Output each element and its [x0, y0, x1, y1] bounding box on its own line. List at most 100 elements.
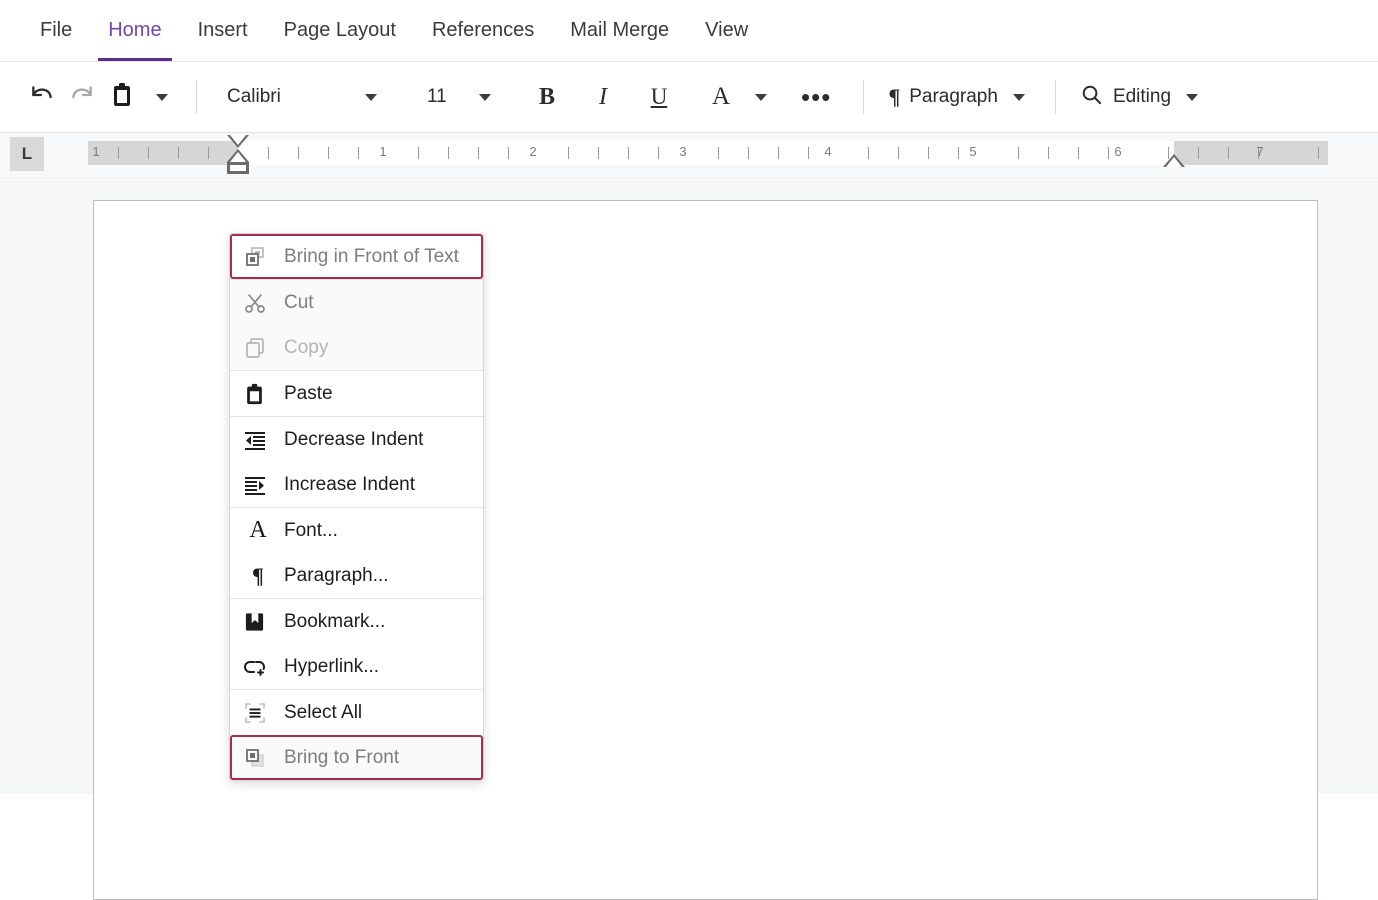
scissors-icon [244, 290, 272, 316]
tab-mail-merge[interactable]: Mail Merge [552, 0, 687, 61]
ruler-tick [658, 147, 659, 159]
font-size-value: 11 [427, 86, 447, 107]
tab-stop-selector[interactable]: L [10, 137, 44, 171]
tab-label: View [705, 19, 749, 41]
font-color-label: A [711, 83, 731, 110]
menu-item-paste[interactable]: Paste [230, 371, 483, 416]
paste-button[interactable] [102, 76, 142, 118]
editing-button[interactable]: Editing [1070, 76, 1208, 118]
ruler-tick [928, 147, 929, 159]
tab-page-layout[interactable]: Page Layout [266, 0, 414, 61]
clipboard-icon [244, 381, 272, 407]
left-indent-markers[interactable] [227, 135, 249, 174]
paragraph-icon: ¶ [252, 562, 264, 588]
tab-label: Home [108, 19, 162, 41]
document-canvas[interactable] [0, 180, 1378, 900]
redo-button[interactable] [62, 76, 102, 118]
select-all-icon [244, 700, 272, 726]
toolbar-divider [1054, 80, 1056, 114]
increase-indent-icon [244, 472, 272, 498]
ruler-tick [1228, 147, 1229, 159]
paste-dropdown-button[interactable] [142, 76, 182, 118]
clipboard-icon [110, 82, 134, 113]
hanging-indent-marker[interactable] [227, 149, 249, 162]
ruler-tick [508, 147, 509, 159]
tab-label: References [431, 19, 535, 41]
ruler-tick [808, 147, 809, 159]
chevron-down-icon [365, 93, 377, 101]
ruler-tick [328, 147, 329, 159]
bold-button[interactable]: B [527, 76, 567, 118]
menu-item-label: Decrease Indent [284, 428, 424, 450]
ruler-tick [448, 147, 449, 159]
ruler-number: 1 [379, 144, 387, 159]
font-color-dropdown-button[interactable] [741, 76, 781, 118]
decrease-indent-icon [244, 427, 272, 453]
ruler-tick [748, 147, 749, 159]
ruler-tick [568, 147, 569, 159]
paragraph-button[interactable]: ¶ Paragraph [878, 76, 1035, 118]
menu-item-font[interactable]: A Font... [230, 508, 483, 553]
ruler-tick [1048, 147, 1049, 159]
left-indent-marker[interactable] [227, 162, 249, 174]
menu-item-cut[interactable]: Cut [230, 280, 483, 325]
tab-file[interactable]: File [22, 0, 90, 61]
ruler-tick [478, 147, 479, 159]
font-size-select[interactable]: 11 [411, 76, 497, 118]
underline-label: U [650, 84, 668, 109]
menu-item-label: Increase Indent [284, 473, 415, 495]
ruler-tick [1078, 147, 1079, 159]
ruler-tick [418, 147, 419, 159]
editing-label: Editing [1112, 86, 1172, 107]
ruler-tick [1108, 147, 1109, 159]
ruler-tick [208, 147, 209, 159]
menu-item-increase-indent[interactable]: Increase Indent [230, 462, 483, 507]
tab-label: Mail Merge [570, 19, 670, 41]
menu-item-bring-in-front-of-text[interactable]: Bring in Front of Text [230, 234, 483, 279]
underline-button[interactable]: U [639, 76, 679, 118]
menu-item-label: Bookmark... [284, 610, 386, 632]
tab-view[interactable]: View [687, 0, 766, 61]
ruler-tick [598, 147, 599, 159]
right-indent-marker[interactable] [1163, 154, 1185, 167]
font-icon: A [249, 517, 267, 543]
more-formatting-button[interactable]: ••• [795, 76, 837, 118]
menu-group-clipboard: Cut Copy [230, 280, 483, 370]
menu-item-paragraph[interactable]: ¶ Paragraph... [230, 553, 483, 598]
menu-item-label: Copy [284, 336, 329, 358]
first-line-indent-marker[interactable] [227, 135, 249, 148]
tab-insert[interactable]: Insert [180, 0, 266, 61]
ruler-number: 7 [1256, 144, 1264, 159]
horizontal-ruler[interactable]: 1 1 2 3 4 5 6 7 [88, 135, 1328, 174]
undo-button[interactable] [22, 76, 62, 118]
bold-label: B [538, 83, 555, 110]
redo-icon [69, 82, 95, 113]
font-name-value: Calibri [227, 86, 281, 107]
search-icon [1080, 83, 1104, 112]
ruler-left-margin-shade [88, 141, 238, 165]
ruler-tick [868, 147, 869, 159]
ruler-number: 5 [969, 144, 977, 159]
menu-item-hyperlink[interactable]: Hyperlink... [230, 644, 483, 689]
toolbar-divider [196, 80, 197, 114]
font-name-select[interactable]: Calibri [211, 76, 383, 118]
menu-item-bring-to-front[interactable]: Bring to Front [230, 735, 483, 780]
ruler-tick [1198, 147, 1199, 159]
ruler-tick [778, 147, 779, 159]
tab-home[interactable]: Home [90, 0, 179, 61]
menu-item-copy[interactable]: Copy [230, 325, 483, 370]
context-menu: Bring in Front of Text Cut Copy Paste De… [229, 233, 484, 781]
paragraph-label: Paragraph [909, 86, 998, 107]
ruler-tick [1018, 147, 1019, 159]
italic-button[interactable]: I [583, 76, 623, 118]
font-color-button[interactable]: A [701, 76, 741, 118]
ruler-bar: L 1 1 2 3 4 5 6 7 [0, 133, 1378, 179]
ruler-tick [1318, 147, 1319, 159]
menu-item-label: Bring in Front of Text [284, 245, 459, 267]
menu-item-select-all[interactable]: Select All [230, 690, 483, 735]
menu-item-decrease-indent[interactable]: Decrease Indent [230, 417, 483, 462]
more-label: ••• [801, 82, 832, 112]
tab-references[interactable]: References [414, 0, 552, 61]
menu-item-bookmark[interactable]: Bookmark... [230, 599, 483, 644]
chevron-down-icon [479, 93, 491, 101]
